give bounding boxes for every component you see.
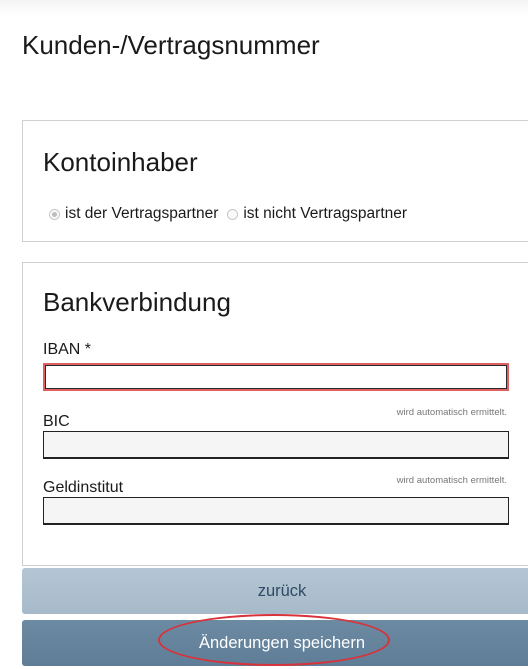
radio-vertragspartner[interactable] xyxy=(49,208,60,220)
kontoinhaber-radio-group: ist der Vertragspartner ist nicht Vertra… xyxy=(49,205,407,223)
page: Kunden-/Vertragsnummer Kontoinhaber ist … xyxy=(0,0,528,669)
kontoinhaber-card: Kontoinhaber ist der Vertragspartner ist… xyxy=(22,120,528,242)
radio-nicht-vertragspartner[interactable] xyxy=(227,208,239,220)
save-changes-button[interactable]: Änderungen speichern xyxy=(22,620,528,666)
bic-input[interactable] xyxy=(43,431,509,459)
bankverbindung-title: Bankverbindung xyxy=(43,287,231,317)
bankverbindung-card: Bankverbindung IBAN * BIC wird automatis… xyxy=(22,262,528,566)
geldinstitut-hint: wird automatisch ermittelt. xyxy=(396,475,507,486)
iban-label: IBAN * xyxy=(43,341,92,358)
radio-vertragspartner-label[interactable]: ist der Vertragspartner xyxy=(65,205,218,223)
back-button[interactable]: zurück xyxy=(22,568,528,614)
geldinstitut-input[interactable] xyxy=(43,497,509,525)
bic-hint: wird automatisch ermittelt. xyxy=(396,407,507,418)
page-title: Kunden-/Vertragsnummer xyxy=(22,30,320,60)
geldinstitut-label: Geldinstitut xyxy=(43,479,124,496)
radio-nicht-vertragspartner-label[interactable]: ist nicht Vertragspartner xyxy=(243,205,407,223)
iban-input[interactable] xyxy=(43,363,509,391)
bic-label: BIC xyxy=(43,413,70,430)
kontoinhaber-title: Kontoinhaber xyxy=(43,147,198,177)
header-shadow xyxy=(0,0,528,16)
